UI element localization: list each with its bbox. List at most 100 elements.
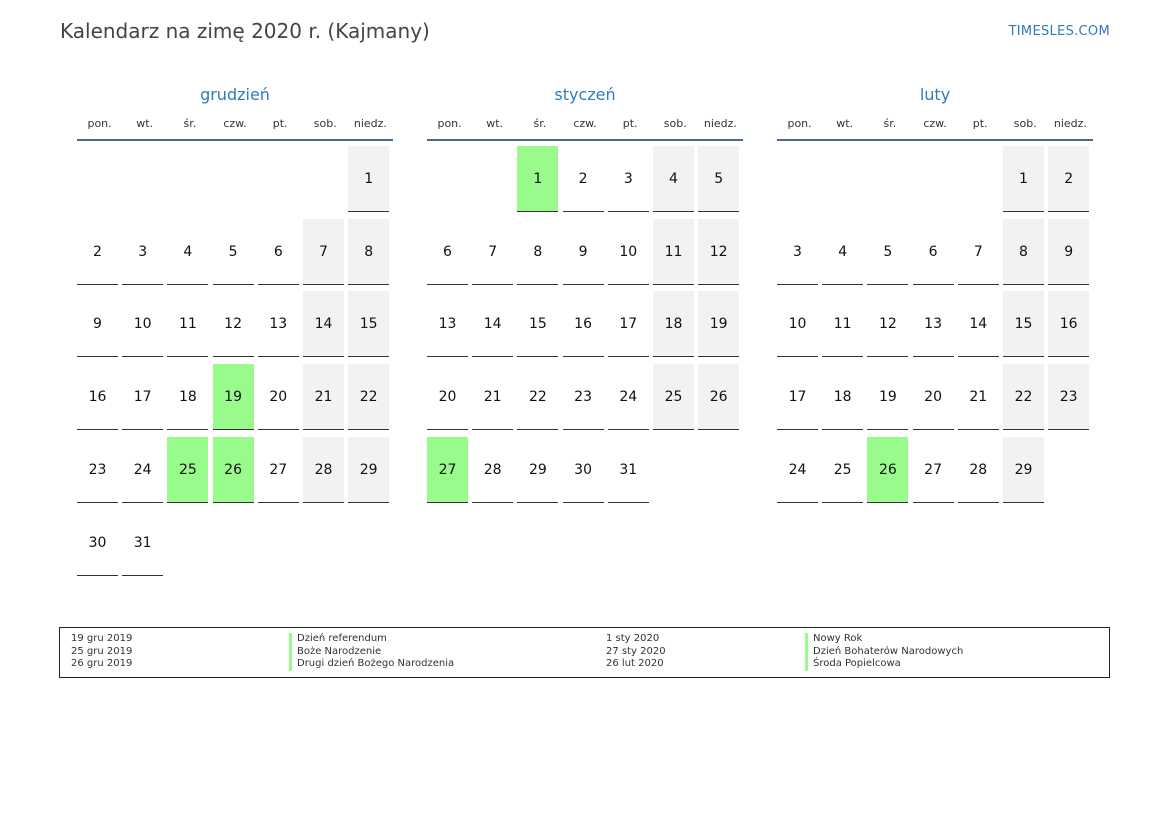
day-cell[interactable]: 8 [1003,218,1044,285]
day-cell[interactable]: 3 [122,219,164,285]
day-cell[interactable]: 28 [303,436,344,503]
day-number: 5 [714,171,724,187]
day-cell[interactable]: 31 [122,510,164,576]
day-cell[interactable]: 5 [867,219,909,285]
day-cell[interactable]: 7 [303,218,344,285]
day-cell[interactable]: 26 [212,436,254,503]
day-cell[interactable]: 26 [867,436,909,503]
day-cell[interactable]: 22 [348,364,390,431]
day-cell[interactable]: 16 [562,291,604,358]
day-cell[interactable]: 14 [957,291,999,358]
day-cell[interactable]: 21 [472,364,514,431]
day-cell[interactable]: 1 [517,146,559,212]
day-cell[interactable]: 27 [427,436,468,503]
day-cell[interactable]: 5 [698,146,740,212]
day-cell[interactable]: 19 [212,364,254,431]
day-cell[interactable]: 12 [212,291,254,358]
day-cell[interactable]: 2 [77,219,118,285]
day-cell[interactable]: 7 [472,219,514,285]
day-cell[interactable]: 18 [653,291,694,358]
day-cell[interactable]: 11 [822,291,864,358]
day-cell[interactable]: 20 [912,364,954,431]
day-cell[interactable]: 8 [517,219,559,285]
day-cell[interactable]: 10 [607,219,649,285]
day-cell[interactable]: 17 [777,364,818,431]
day-cell[interactable]: 26 [698,364,740,431]
day-cell[interactable]: 21 [303,364,344,431]
day-cell[interactable]: 29 [348,436,390,503]
day-cell[interactable]: 13 [257,291,299,358]
day-cell[interactable]: 21 [957,364,999,431]
day-number: 4 [183,243,193,260]
day-cell[interactable]: 22 [1003,364,1044,431]
day-number: 26 [878,461,897,478]
day-cell[interactable]: 15 [348,291,390,358]
day-cell[interactable]: 24 [607,364,649,431]
day-cell[interactable]: 1 [348,146,390,212]
day-cell[interactable]: 25 [653,364,694,431]
day-cell[interactable]: 6 [257,219,299,285]
day-cell[interactable]: 10 [122,291,164,358]
day-cell[interactable]: 12 [698,218,740,285]
day-cell[interactable]: 5 [212,219,254,285]
day-cell[interactable]: 16 [1048,291,1090,358]
day-cell[interactable]: 22 [517,364,559,431]
day-cell[interactable]: 19 [867,364,909,431]
day-cell[interactable]: 31 [607,437,649,503]
day-cell[interactable]: 6 [912,219,954,285]
day-cell[interactable]: 6 [427,219,468,285]
day-cell[interactable]: 11 [653,218,694,285]
day-cell[interactable]: 20 [427,364,468,431]
day-cell[interactable]: 24 [777,437,818,503]
day-cell[interactable]: 13 [912,291,954,358]
day-cell[interactable]: 4 [653,146,694,212]
day-cell[interactable]: 10 [777,291,818,358]
weekday-label: czw. [573,117,597,130]
day-cell[interactable]: 23 [1048,364,1090,431]
day-cell[interactable]: 30 [562,437,604,503]
day-cell[interactable]: 17 [122,364,164,431]
day-cell[interactable]: 11 [167,291,209,358]
site-link[interactable]: TIMESLES.COM [980,24,1110,39]
day-cell[interactable]: 23 [77,437,118,503]
day-cell[interactable]: 24 [122,437,164,503]
day-cell[interactable]: 29 [1003,436,1044,503]
day-cell[interactable]: 25 [167,436,209,503]
day-cell[interactable]: 29 [517,437,559,503]
day-cell[interactable]: 14 [472,291,514,358]
day-cell[interactable]: 18 [822,364,864,431]
day-cell[interactable]: 1 [1003,146,1044,212]
day-cell[interactable]: 28 [957,437,999,503]
day-cell[interactable]: 7 [957,219,999,285]
day-cell[interactable]: 3 [777,219,818,285]
day-cell[interactable]: 4 [822,219,864,285]
day-cell[interactable]: 19 [698,291,740,358]
day-cell[interactable]: 9 [562,219,604,285]
day-cell[interactable]: 13 [427,291,468,358]
day-cell[interactable]: 28 [472,437,514,503]
legend-date: 25 gru 2019 [71,645,133,657]
day-cell[interactable]: 8 [348,218,390,285]
day-cell[interactable]: 25 [822,437,864,503]
day-cell[interactable]: 27 [257,437,299,503]
day-cell[interactable]: 15 [1003,291,1044,358]
day-cell[interactable]: 20 [257,364,299,431]
day-cell[interactable]: 16 [77,364,118,431]
day-cell[interactable]: 4 [167,219,209,285]
day-cell[interactable]: 23 [562,364,604,431]
day-cell[interactable]: 30 [77,510,118,576]
day-cell[interactable]: 27 [912,437,954,503]
day-cell[interactable]: 2 [562,146,604,212]
day-cell[interactable]: 2 [1048,146,1090,212]
month-title: luty [919,85,951,104]
weekday-label: wt. [486,117,504,130]
day-cell[interactable]: 18 [167,364,209,431]
day-number: 30 [574,461,592,478]
day-cell[interactable]: 3 [607,146,649,212]
day-cell[interactable]: 17 [607,291,649,358]
day-cell[interactable]: 9 [77,291,118,358]
day-cell[interactable]: 9 [1048,218,1090,285]
day-cell[interactable]: 12 [867,291,909,358]
day-cell[interactable]: 15 [517,291,559,358]
day-cell[interactable]: 14 [303,291,344,358]
